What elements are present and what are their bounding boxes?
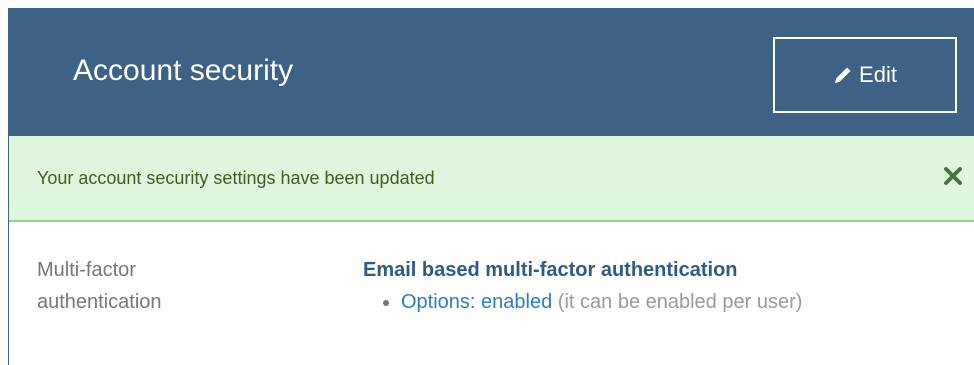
account-security-panel: Account security Edit Your account secur… [8,8,974,365]
edit-button-label: Edit [859,62,897,87]
success-alert: Your account security settings have been… [9,136,974,222]
mfa-setting-value: Email based multi-factor authentication … [363,254,963,318]
mfa-setting-label: Multi-factor authentication [37,259,162,313]
page-title: Account security [73,54,294,87]
pencil-icon [833,65,853,85]
mfa-options-item: Options: enabled (it can be enabled per … [401,286,963,318]
mfa-options-note: (it can be enabled per user) [557,291,803,313]
mfa-method-title: Email based multi-factor authentication [363,259,738,281]
mfa-options-link[interactable]: Options: enabled [401,291,552,313]
edit-button[interactable]: Edit [773,37,957,113]
mfa-options-list: Options: enabled (it can be enabled per … [363,286,963,318]
close-icon[interactable] [941,164,965,188]
alert-message: Your account security settings have been… [37,168,435,188]
panel-header: Account security Edit [9,9,974,136]
